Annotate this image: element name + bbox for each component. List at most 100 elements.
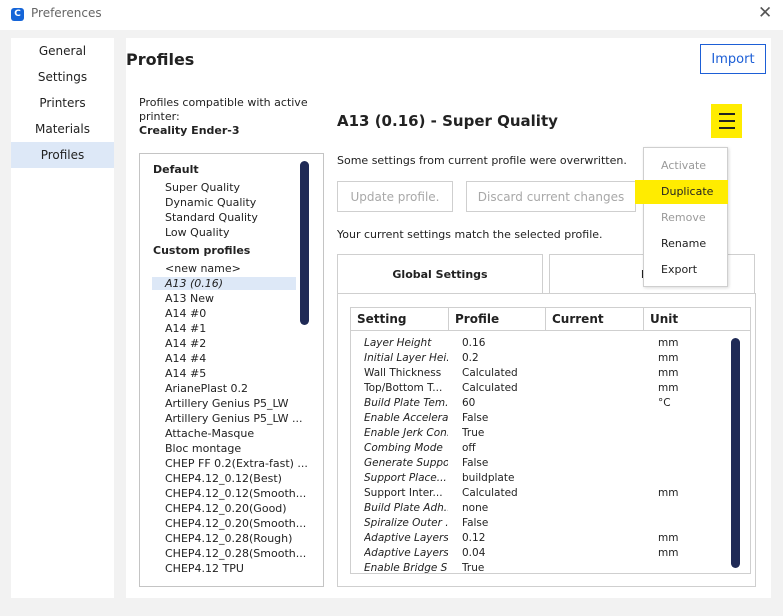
list-item[interactable]: A14 #4 (165, 352, 206, 365)
table-cell-setting: Initial Layer Hei... (364, 352, 448, 364)
table-cell-profile: 60 (462, 397, 476, 409)
discard-changes-button[interactable]: Discard current changes (466, 181, 636, 212)
list-item[interactable]: Artillery Genius P5_LW ... (165, 412, 302, 425)
list-item[interactable]: <new name> (165, 262, 241, 275)
compatible-printer-label: Profiles compatible with active printer:… (139, 96, 308, 138)
column-header-profile[interactable]: Profile (449, 308, 546, 331)
sidebar-item-materials[interactable]: Materials (11, 116, 114, 142)
list-item[interactable]: Bloc montage (165, 442, 241, 455)
table-cell-setting: Top/Bottom T... (364, 382, 443, 394)
column-header-current[interactable]: Current (546, 308, 644, 331)
table-cell-unit: mm (658, 337, 679, 349)
table-cell-setting: Enable Jerk Con... (364, 427, 448, 439)
table-cell-profile: True (462, 562, 485, 574)
custom-profiles-header: Custom profiles (153, 244, 251, 257)
table-cell-profile: 0.12 (462, 532, 486, 544)
table-cell-setting: Build Plate Adh... (364, 502, 448, 514)
table-cell-unit: mm (658, 487, 679, 499)
table-scrollbar[interactable] (731, 338, 740, 568)
table-cell-setting: Combing Mode (364, 442, 443, 454)
table-cell-profile: 0.04 (462, 547, 486, 559)
settings-match-message: Your current settings match the selected… (337, 228, 603, 241)
close-icon[interactable]: ✕ (758, 3, 772, 23)
list-item[interactable]: Attache-Masque (165, 427, 254, 440)
table-cell-unit: mm (658, 532, 679, 544)
compat-line-2: printer: (139, 110, 180, 123)
list-item[interactable]: CHEP FF 0.2(Extra-fast) ... (165, 457, 308, 470)
table-cell-profile: 0.2 (462, 352, 479, 364)
list-item[interactable]: CHEP4.12_0.12(Smooth... (165, 487, 306, 500)
title-bar: C Preferences ✕ (0, 0, 783, 30)
list-item[interactable]: CHEP4.12_0.20(Good) (165, 502, 287, 515)
window-title: Preferences (31, 6, 102, 20)
table-cell-setting: Spiralize Outer ... (364, 517, 448, 529)
menu-item-remove[interactable]: Remove (644, 206, 727, 230)
sidebar: General Settings Printers Materials Prof… (11, 38, 114, 598)
hamburger-menu-icon (719, 113, 735, 115)
list-item[interactable]: Dynamic Quality (165, 196, 256, 209)
table-cell-profile: False (462, 412, 489, 424)
table-cell-unit: mm (658, 382, 679, 394)
list-item-selected[interactable]: A13 (0.16) (152, 277, 296, 290)
table-cell-unit: mm (658, 367, 679, 379)
list-item[interactable]: CHEP4.12_0.12(Best) (165, 472, 282, 485)
table-cell-setting: Enable Bridge S... (364, 562, 448, 574)
list-item[interactable]: Low Quality (165, 226, 229, 239)
sidebar-item-settings[interactable]: Settings (11, 64, 114, 90)
menu-item-activate[interactable]: Activate (644, 154, 727, 178)
hamburger-menu-icon (719, 120, 735, 122)
list-item[interactable]: CHEP4.12_0.20(Smooth... (165, 517, 306, 530)
table-cell-setting: Generate Support (364, 457, 448, 469)
list-item[interactable]: CHEP4.12_0.28(Rough) (165, 532, 292, 545)
list-item[interactable]: CHEP4.12_0.28(Smooth... (165, 547, 306, 560)
sidebar-item-general[interactable]: General (11, 38, 114, 64)
column-header-unit[interactable]: Unit (644, 308, 750, 331)
table-cell-setting: Support Inter... (364, 487, 443, 499)
list-item[interactable]: A13 New (165, 292, 214, 305)
list-item[interactable]: Standard Quality (165, 211, 258, 224)
table-cell-unit: °C (658, 397, 671, 409)
table-cell-profile: 0.16 (462, 337, 486, 349)
default-profiles-header: Default (153, 163, 199, 176)
table-cell-setting: Wall Thickness (364, 367, 442, 379)
table-cell-setting: Layer Height (364, 337, 432, 349)
sidebar-item-profiles[interactable]: Profiles (11, 142, 114, 168)
sidebar-item-printers[interactable]: Printers (11, 90, 114, 116)
hamburger-menu-icon (719, 127, 735, 129)
table-cell-profile: False (462, 457, 489, 469)
profile-list-scrollbar[interactable] (300, 161, 309, 325)
list-item[interactable]: A14 #5 (165, 367, 206, 380)
table-cell-setting: Build Plate Tem... (364, 397, 448, 409)
profile-title: A13 (0.16) - Super Quality (337, 112, 558, 130)
page-title: Profiles (126, 50, 195, 69)
update-profile-button[interactable]: Update profile. (337, 181, 453, 212)
list-item[interactable]: Artillery Genius P5_LW (165, 397, 288, 410)
profile-list[interactable]: Default Super Quality Dynamic Quality St… (139, 153, 324, 587)
list-item[interactable]: CHEP4.12 TPU (165, 562, 244, 575)
table-cell-profile: buildplate (462, 472, 515, 484)
table-cell-unit: mm (658, 547, 679, 559)
list-item[interactable]: ArianePlast 0.2 (165, 382, 248, 395)
table-cell-unit: mm (658, 352, 679, 364)
list-item[interactable]: A14 #1 (165, 322, 206, 335)
list-item[interactable]: A14 #2 (165, 337, 206, 350)
column-header-setting[interactable]: Setting (351, 308, 449, 331)
table-cell-setting: Support Place... (364, 472, 447, 484)
import-button[interactable]: Import (700, 44, 766, 74)
table-cell-profile: Calculated (462, 487, 518, 499)
menu-item-duplicate[interactable]: Duplicate (635, 180, 728, 204)
profile-context-menu: Activate Duplicate Remove Rename Export (635, 147, 728, 287)
profile-menu-button[interactable] (711, 104, 742, 138)
table-cell-setting: Adaptive Layers... (364, 547, 448, 559)
table-cell-setting: Adaptive Layers... (364, 532, 448, 544)
menu-item-export[interactable]: Export (644, 258, 727, 282)
list-item[interactable]: Super Quality (165, 181, 240, 194)
table-cell-profile: none (462, 502, 489, 514)
table-cell-profile: False (462, 517, 489, 529)
table-cell-profile: Calculated (462, 367, 518, 379)
list-item[interactable]: A14 #0 (165, 307, 206, 320)
overwritten-message: Some settings from current profile were … (337, 154, 627, 167)
app-logo-icon: C (11, 8, 24, 21)
tab-global-settings[interactable]: Global Settings (337, 254, 543, 294)
menu-item-rename[interactable]: Rename (644, 232, 727, 256)
